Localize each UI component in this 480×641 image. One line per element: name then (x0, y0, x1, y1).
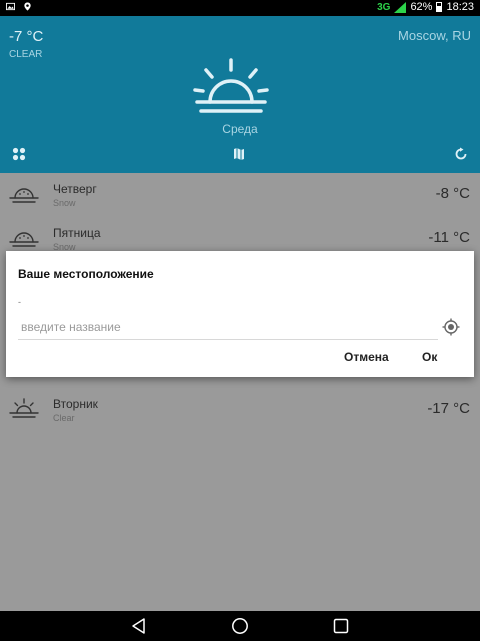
location-icon (24, 2, 31, 11)
battery-percent: 62% (410, 1, 433, 13)
forecast-day: Четверг (53, 182, 97, 196)
status-bar: 3G 62% 18:23 (0, 0, 480, 16)
forecast-day: Вторник (53, 397, 98, 411)
recent-apps-icon[interactable] (332, 617, 350, 635)
forecast-row[interactable]: Вторник Clear -17 °C (0, 388, 480, 432)
sunrise-icon (193, 58, 269, 113)
signal-icon (394, 1, 407, 13)
map-icon[interactable] (232, 147, 246, 161)
home-icon[interactable] (231, 617, 249, 635)
forecast-temperature: -8 °C (435, 185, 470, 202)
navigation-bar (0, 611, 480, 641)
location-input[interactable] (18, 314, 438, 340)
sunrise-icon (9, 398, 39, 418)
forecast-condition: Clear (53, 413, 75, 423)
current-temperature: -7 °C (9, 28, 44, 45)
forecast-row[interactable]: Четверг Snow -8 °C (0, 173, 480, 217)
network-type: 3G (377, 1, 391, 13)
grid-icon[interactable] (12, 147, 26, 161)
battery-icon (436, 2, 443, 12)
snow-icon (9, 188, 39, 203)
forecast-temperature: -11 °C (428, 229, 470, 246)
forecast-day: Пятница (53, 226, 101, 240)
location-label[interactable]: Moscow, RU (398, 28, 471, 43)
current-weather-header: -7 °C CLEAR Moscow, RU Среда (0, 16, 480, 173)
refresh-icon[interactable] (454, 147, 468, 161)
back-icon[interactable] (130, 617, 148, 635)
location-dialog: Ваше местоположение - Отмена Ок (6, 251, 474, 377)
image-icon (6, 2, 15, 11)
dialog-note: - (18, 297, 21, 307)
cancel-button[interactable]: Отмена (344, 350, 389, 364)
ok-button[interactable]: Ок (422, 350, 437, 364)
snow-icon (9, 232, 39, 247)
forecast-condition: Snow (53, 198, 76, 208)
clock: 18:23 (446, 1, 474, 13)
gps-icon[interactable] (442, 318, 460, 336)
forecast-temperature: -17 °C (427, 400, 470, 417)
dialog-title: Ваше местоположение (18, 267, 154, 281)
current-day: Среда (222, 122, 258, 136)
current-condition: CLEAR (9, 49, 43, 60)
